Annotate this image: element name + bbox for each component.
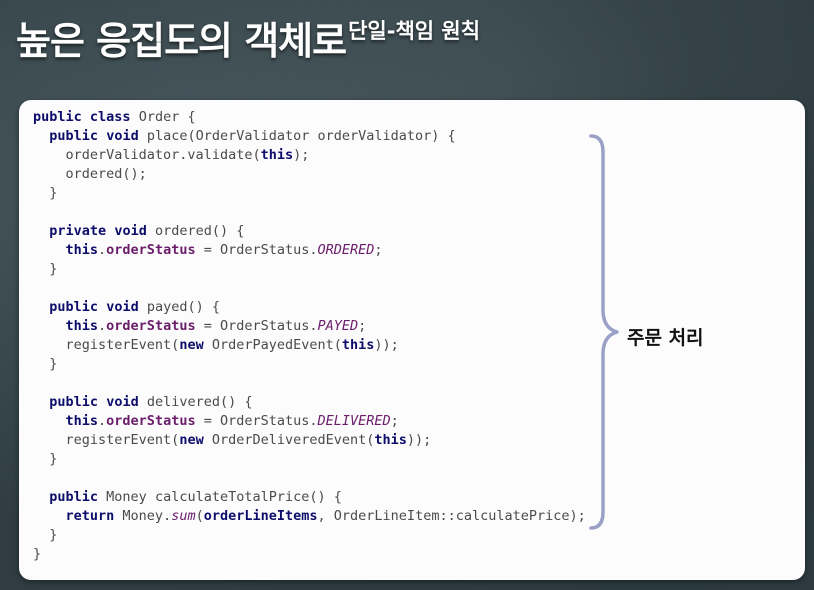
keyword: new	[179, 337, 204, 353]
code-text: }	[33, 546, 42, 562]
code-text: ));	[406, 432, 432, 448]
static-method: sum	[171, 508, 196, 524]
code-text: }	[49, 185, 58, 201]
code-text: (	[195, 508, 204, 524]
keyword: class	[89, 109, 131, 125]
curly-brace-icon	[589, 134, 619, 530]
keyword: public	[49, 128, 99, 144]
code-text: Money.	[114, 508, 172, 524]
keyword: void	[106, 128, 139, 144]
code-text: OrderPayedEvent(	[203, 337, 342, 353]
code-text: );	[293, 147, 310, 163]
code-block: public class Order { public void place(O…	[33, 108, 586, 564]
brace-label: 주문 처리	[627, 327, 704, 349]
keyword: this	[65, 413, 99, 429]
code-text: OrderDeliveredEvent(	[203, 432, 375, 448]
keyword: public	[49, 299, 99, 315]
enum-constant: DELIVERED	[317, 413, 391, 429]
keyword: this	[341, 337, 375, 353]
code-text: ));	[374, 337, 399, 353]
code-text: place(OrderValidator orderValidator) {	[138, 128, 456, 144]
code-text: Money calculateTotalPrice() {	[98, 489, 342, 505]
code-text: = OrderStatus.	[195, 413, 318, 429]
field: orderStatus	[106, 413, 196, 429]
code-text: }	[49, 527, 58, 543]
keyword: public	[49, 394, 99, 410]
field: orderStatus	[106, 242, 196, 258]
keyword: void	[114, 223, 147, 239]
field: orderStatus	[106, 318, 196, 334]
code-text: }	[49, 451, 58, 467]
code-text: orderValidator.validate(	[65, 147, 261, 163]
code-text: ordered() {	[146, 223, 245, 239]
title-subtitle: 단일-책임 원칙	[348, 19, 481, 43]
code-panel: public class Order { public void place(O…	[19, 100, 805, 580]
code-text: }	[49, 261, 58, 277]
keyword: this	[65, 318, 99, 334]
keyword: public	[33, 109, 82, 125]
keyword: private	[49, 223, 107, 239]
code-text: registerEvent(	[65, 432, 180, 448]
keyword: void	[106, 394, 139, 410]
keyword: new	[179, 432, 204, 448]
title-main: 높은 응집도의 객체로	[16, 19, 347, 63]
slide-title: 높은 응집도의 객체로단일-책임 원칙	[16, 10, 480, 65]
enum-constant: ORDERED	[317, 242, 375, 258]
enum-constant: PAYED	[317, 318, 359, 334]
code-text: }	[49, 356, 58, 372]
field: orderLineItems	[203, 508, 318, 524]
keyword: this	[65, 242, 99, 258]
keyword: public	[49, 489, 99, 505]
keyword: this	[374, 432, 407, 448]
code-text: payed() {	[138, 299, 220, 315]
code-text: , OrderLineItem::calculatePrice);	[317, 508, 586, 524]
keyword: void	[106, 299, 139, 315]
code-text: ;	[374, 242, 383, 258]
code-text: .	[98, 318, 107, 334]
code-text: ;	[390, 413, 399, 429]
code-text: delivered() {	[138, 394, 253, 410]
code-text: = OrderStatus.	[195, 318, 318, 334]
keyword: return	[65, 508, 115, 524]
code-text: ordered();	[65, 166, 147, 182]
code-text: .	[98, 242, 107, 258]
code-text: .	[98, 413, 107, 429]
code-text: registerEvent(	[65, 337, 180, 353]
code-text: = OrderStatus.	[195, 242, 318, 258]
code-text: Order {	[130, 109, 196, 125]
code-text: ;	[358, 318, 367, 334]
keyword: this	[260, 147, 294, 163]
